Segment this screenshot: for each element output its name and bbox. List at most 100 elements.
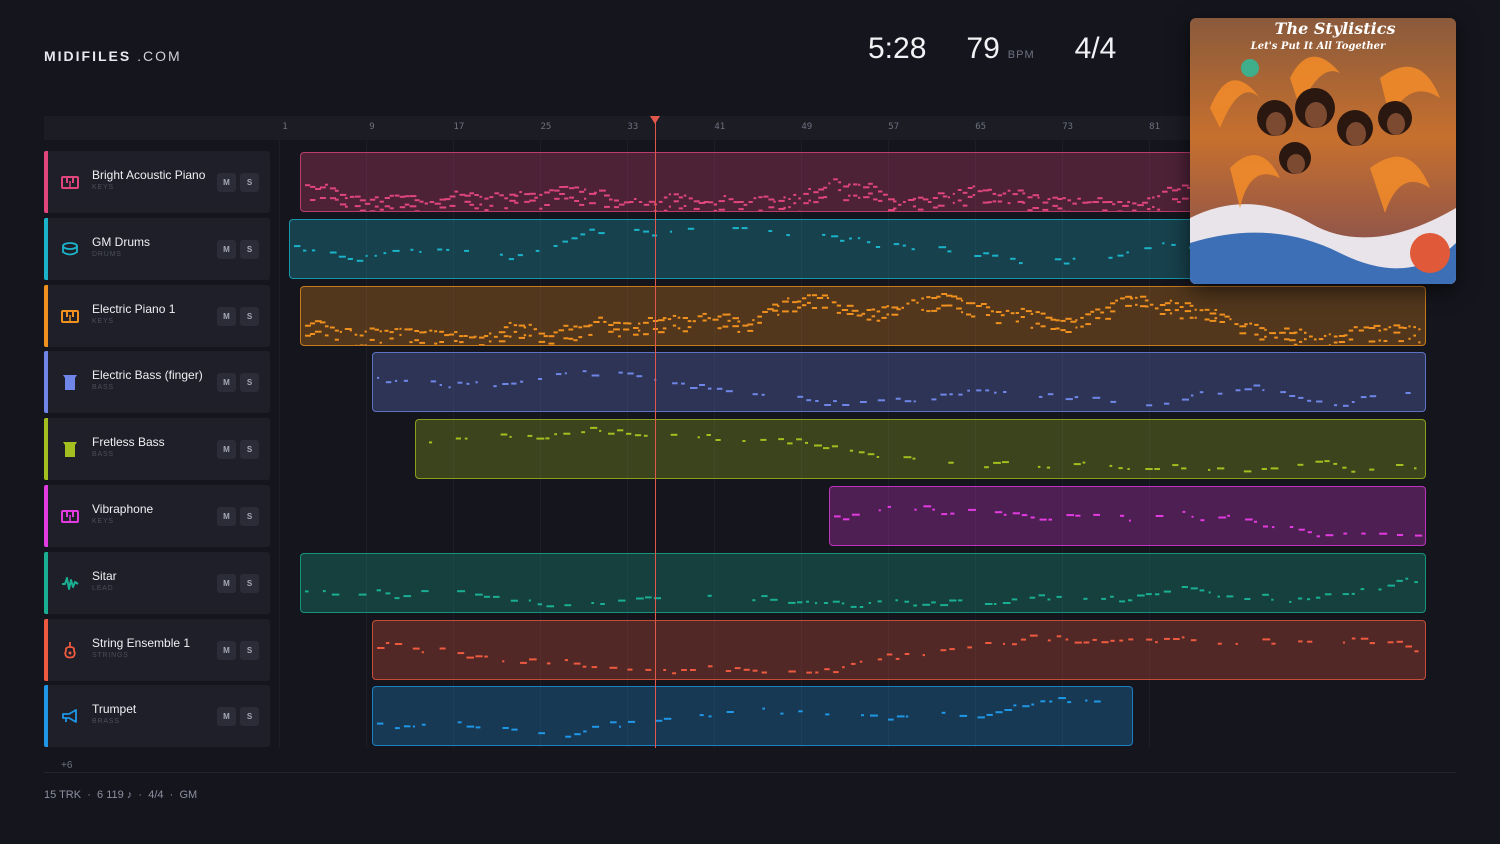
note-pattern [294,226,1206,265]
track-header[interactable]: String Ensemble 1 STRINGS M S [44,618,270,681]
logo-suffix: .COM [137,48,182,64]
mute-button[interactable]: M [217,440,236,460]
track-name: Vibraphone [92,502,154,516]
track-name: Trumpet [92,702,137,717]
solo-button[interactable]: S [240,306,259,326]
ruler-tick: 73 [1062,122,1074,132]
track-name: Bright Acoustic Piano [92,168,206,182]
track-count: 15 TRK [44,789,82,801]
mute-button[interactable]: M [217,640,236,660]
trumpet-icon [61,707,79,725]
track-category: BRASS [92,718,120,726]
track-name: Electric Bass (finger) [92,368,203,383]
ruler-tick: 1 [282,122,288,132]
solo-button[interactable]: S [240,373,259,393]
note-pattern [376,634,1419,674]
violin-icon [61,641,79,659]
track-color-bar [44,284,48,347]
track-header[interactable]: Electric Piano 1 KEYS M S [44,284,270,347]
midi-region[interactable] [371,686,1133,747]
midi-region[interactable] [300,152,1210,212]
album-cover: The Stylistics Let's Put It All Together [1190,18,1456,284]
midi-region[interactable] [415,419,1427,480]
mute-button[interactable]: M [217,507,236,526]
midi-region[interactable] [300,552,1427,613]
midi-region[interactable] [300,285,1427,346]
midi-region[interactable] [828,486,1427,546]
track-color-bar [44,351,48,414]
bass-icon [61,440,79,458]
mute-button[interactable]: M [217,306,236,326]
track-category: STRINGS [92,651,129,659]
tempo: 79 [966,32,1000,65]
ruler-tick: 65 [975,122,987,132]
mute-button[interactable]: M [217,239,236,259]
footer-divider [44,772,1456,773]
note-pattern [376,697,1101,739]
solo-button[interactable]: S [240,573,259,593]
midi-region[interactable] [371,619,1427,680]
playhead[interactable] [655,120,656,748]
ruler-tick: 17 [453,122,465,132]
ruler-tick: 25 [540,122,552,132]
mute-button[interactable]: M [217,173,236,192]
track-header[interactable]: Sitar LEAD M S [44,551,270,614]
track-category: KEYS [92,317,114,325]
track-name: Electric Piano 1 [92,301,176,316]
midi-region[interactable] [371,352,1427,413]
note-count: 6 119 ♪ [97,789,133,801]
ruler-tick: 81 [1149,122,1161,132]
midi-region[interactable] [289,218,1210,279]
solo-button[interactable]: S [240,440,259,460]
track-category: DRUMS [92,250,122,258]
track-category: KEYS [92,518,114,525]
tempo-unit: BPM [1007,49,1035,61]
more-tracks-indicator[interactable]: +6 [61,760,72,771]
song-stats: 5:28 79 BPM 4/4 [868,32,1116,66]
site-logo[interactable]: MIDIFILES .COM [44,48,182,64]
note-pattern [305,178,1208,211]
ruler-tick: 33 [627,122,639,132]
track-category: BASS [92,384,114,392]
ruler-tick: 41 [714,122,726,132]
album-cover-art: The Stylistics Let's Put It All Together [1190,18,1456,284]
mute-button[interactable]: M [217,573,236,593]
drum-icon [61,240,79,258]
grid-line [279,140,280,748]
ruler-tick: 57 [888,122,900,132]
note-pattern [376,370,1411,408]
solo-button[interactable]: S [240,507,259,526]
track-name: String Ensemble 1 [92,635,191,650]
note-pattern [429,427,1417,473]
track-name: GM Drums [92,234,150,249]
solo-button[interactable]: S [240,173,259,192]
solo-button[interactable]: S [240,707,259,727]
track-header[interactable]: Bright Acoustic Piano KEYS M S [44,151,270,213]
ruler-tick: 49 [801,122,813,132]
track-header[interactable]: Fretless Bass BASS M S [44,418,270,481]
cover-artist: The Stylistics [1275,19,1396,38]
mute-button[interactable]: M [217,707,236,727]
track-category: BASS [92,451,114,459]
track-color-bar [44,618,48,681]
solo-button[interactable]: S [240,239,259,259]
footer-summary: 15 TRK · 6 119 ♪ · 4/4 · GM [44,789,198,801]
cover-album: Let's Put It All Together [1250,41,1386,52]
track-color-bar [44,685,48,748]
track-color-bar [44,485,48,547]
solo-button[interactable]: S [240,640,259,660]
playhead-handle[interactable] [650,116,660,124]
track-header[interactable]: Electric Bass (finger) BASS M S [44,351,270,414]
note-pattern [305,577,1418,608]
note-pattern [305,292,1421,345]
time-signature: 4/4 [1074,32,1117,65]
track-header[interactable]: Vibraphone KEYS M S [44,485,270,547]
piano-icon [61,307,79,325]
ruler-tick: 9 [369,122,375,132]
track-color-bar [44,151,48,213]
track-name: Fretless Bass [92,435,165,450]
track-header[interactable]: GM Drums DRUMS M S [44,217,270,280]
mute-button[interactable]: M [217,373,236,393]
logo-brand: MIDIFILES [44,48,132,64]
track-header[interactable]: Trumpet BRASS M S [44,685,270,748]
